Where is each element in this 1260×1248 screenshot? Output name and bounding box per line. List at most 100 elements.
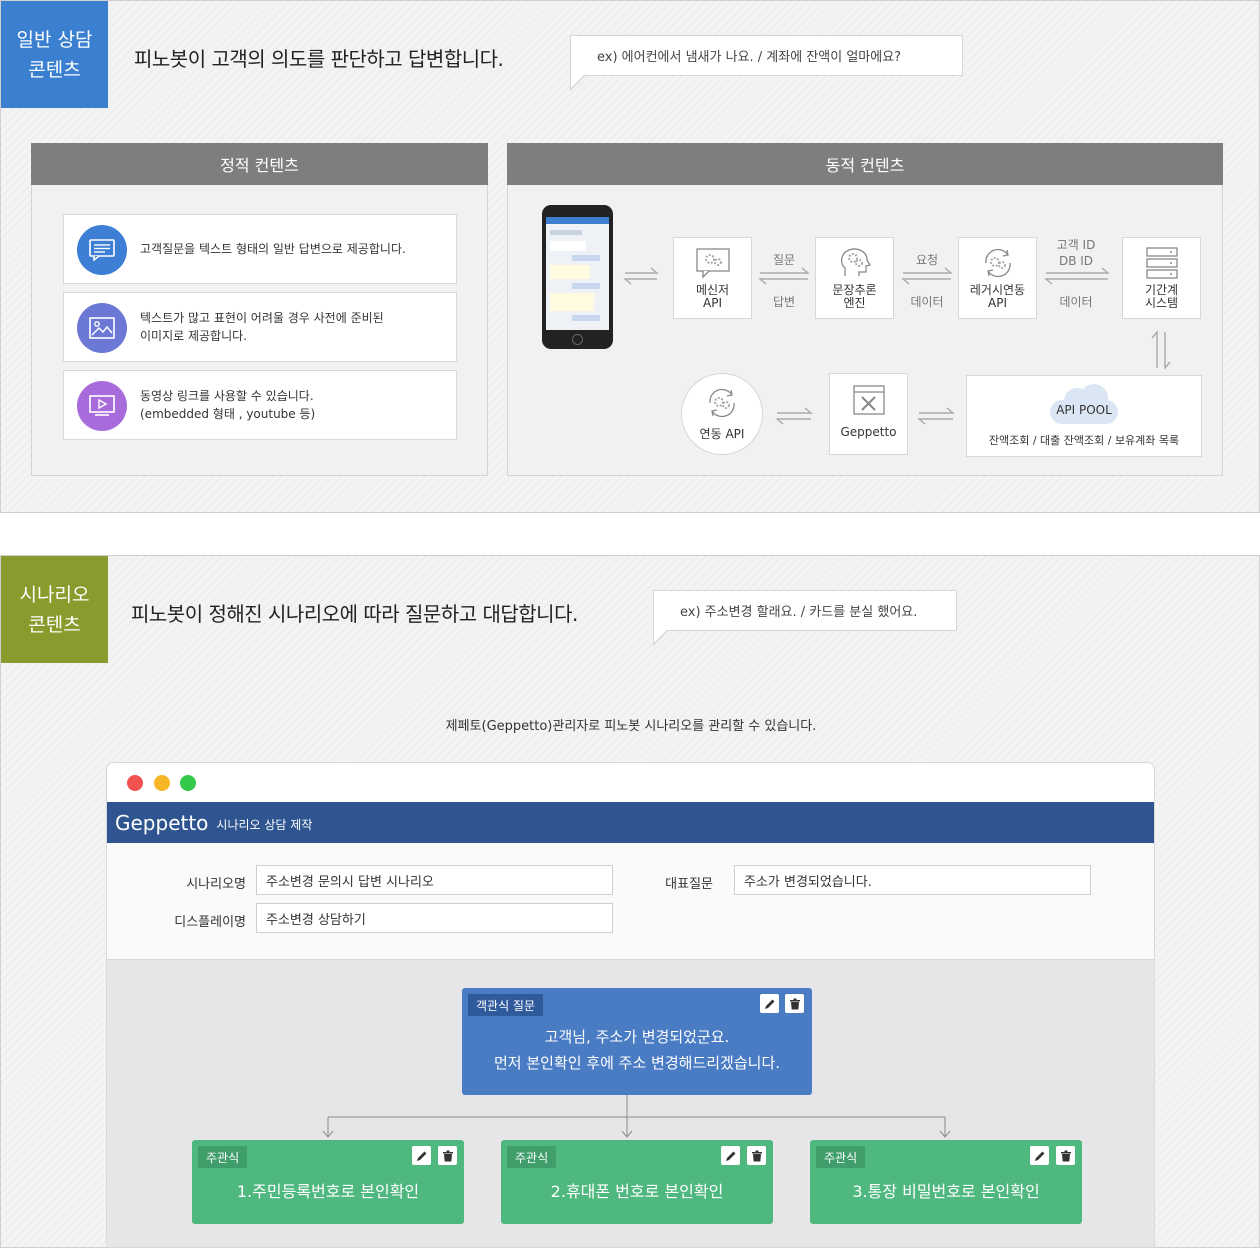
- node-label: 엔진: [843, 296, 866, 310]
- arrow-label-data: 데이터: [910, 295, 944, 309]
- answer-card[interactable]: 주관식 3.통장 비밀번호로 본인확인: [810, 1140, 1082, 1224]
- delete-button[interactable]: [785, 994, 804, 1013]
- image-icon: [77, 303, 127, 353]
- edit-button[interactable]: [760, 994, 779, 1013]
- geppetto-caption: 제페토(Geppetto)관리자로 피노봇 시나리오를 관리할 수 있습니다.: [445, 719, 817, 734]
- arrow-label-request: 요청: [915, 253, 939, 267]
- representative-question-input[interactable]: 주소가 변경되었습니다.: [734, 865, 1091, 895]
- example-text: ex) 주소변경 할래요. / 카드를 분실 했어요.: [680, 605, 918, 620]
- legacy-api-node: 레거시연동 API: [958, 237, 1037, 319]
- answer-card[interactable]: 주관식 2.휴대폰 번호로 본인확인: [501, 1140, 773, 1224]
- app-titlebar: Geppetto 시나리오 상담 제작: [107, 802, 1154, 843]
- vertical-bidirectional-arrow-icon: [1151, 330, 1171, 370]
- arrow-label-customer-id: 고객 ID: [1056, 238, 1096, 252]
- window-minimize-button[interactable]: [154, 775, 170, 791]
- phone-screen: [546, 217, 609, 330]
- feature-desc: 고객질문을 텍스트 형태의 일반 답변으로 제공합니다.: [140, 242, 406, 256]
- brain-gear-icon: [840, 248, 871, 276]
- feature-desc: (embedded 형태 , youtube 등): [140, 407, 316, 421]
- example-bubble: ex) 에어컨에서 냄새가 나요. / 계좌에 잔액이 얼마에요?: [570, 35, 963, 91]
- answer-type-tag: 주관식: [507, 1146, 557, 1168]
- scenario-name-label: 시나리오명: [186, 877, 246, 892]
- node-label: 연동 API: [699, 427, 745, 441]
- feature-desc: 동영상 링크를 사용할 수 있습니다.: [140, 389, 314, 403]
- answer-text: 1.주민등록번호로 본인확인: [236, 1182, 420, 1201]
- gear-cycle-icon: [709, 388, 735, 418]
- question-type-tag: 객관식 질문: [468, 994, 544, 1016]
- node-label: 시스템: [1144, 296, 1179, 310]
- question-card[interactable]: 객관식 질문 고객님, 주소가 변경되었군요. 먼저 본인확인 후에 주소 변경…: [462, 988, 812, 1095]
- arrow-label-db-id: DB ID: [1058, 254, 1094, 268]
- arrow-label-answer: 답변: [772, 295, 796, 309]
- tag-line: 일반 상담: [16, 28, 93, 51]
- chat-text-icon: [77, 225, 127, 275]
- pencil-icon: [764, 999, 774, 1009]
- delete-button[interactable]: [1056, 1146, 1075, 1165]
- static-content-body: 고객질문을 텍스트 형태의 일반 답변으로 제공합니다. 텍스트가 많고 표현이…: [31, 185, 488, 476]
- dynamic-content-header: 동적 컨텐츠: [507, 143, 1223, 185]
- tag-line: 콘텐츠: [28, 613, 81, 636]
- bubble-tail: [653, 629, 669, 646]
- geppetto-window: Geppetto 시나리오 상담 제작 시나리오명 주소변경 문의시 답변 시나…: [106, 762, 1155, 1248]
- trash-icon: [789, 998, 800, 1009]
- section-headline: 피노봇이 고객의 의도를 판단하고 답변합니다.: [134, 47, 504, 71]
- geppetto-node: Geppetto: [829, 373, 908, 455]
- window-maximize-button[interactable]: [180, 775, 196, 791]
- feature-image-answer: 텍스트가 많고 표현이 어려울 경우 사전에 준비된이미지로 제공합니다.: [63, 292, 457, 362]
- dynamic-content-body: 메신저 API 질문 답변 문장추론 엔진 요청 데이터 레거시연동 API 고…: [507, 185, 1223, 476]
- trash-icon: [1060, 1150, 1071, 1161]
- edit-button[interactable]: [412, 1146, 431, 1165]
- feature-desc: 이미지로 제공합니다.: [140, 329, 247, 343]
- section-tag-general: 일반 상담콘텐츠: [1, 1, 108, 108]
- feature-desc: 텍스트가 많고 표현이 어려울 경우 사전에 준비된: [140, 311, 384, 325]
- app-subtitle: 시나리오 상담 제작: [216, 818, 313, 832]
- pencil-icon: [1034, 1151, 1044, 1161]
- bidirectional-arrow-icon: [1044, 267, 1110, 285]
- delete-button[interactable]: [747, 1146, 766, 1165]
- bidirectional-arrow-icon: [775, 407, 813, 425]
- bidirectional-arrow-icon: [623, 267, 659, 285]
- question-line: 고객님, 주소가 변경되었군요.: [544, 1028, 730, 1046]
- display-name-label: 디스플레이명: [174, 915, 246, 930]
- display-name-input[interactable]: 주소변경 상담하기: [256, 903, 613, 933]
- answer-card[interactable]: 주관식 1.주민등록번호로 본인확인: [192, 1140, 464, 1224]
- bidirectional-arrow-icon: [901, 267, 953, 285]
- video-icon: [77, 381, 127, 431]
- window-close-button[interactable]: [127, 775, 143, 791]
- tag-line: 시나리오: [19, 583, 90, 606]
- delete-button[interactable]: [438, 1146, 457, 1165]
- pencil-icon: [416, 1151, 426, 1161]
- trash-icon: [751, 1150, 762, 1161]
- trash-icon: [442, 1150, 453, 1161]
- answer-text: 3.통장 비밀번호로 본인확인: [852, 1182, 1040, 1201]
- node-label: Geppetto: [840, 425, 897, 439]
- node-label: API: [703, 296, 722, 310]
- core-system-node: 기간계 시스템: [1122, 237, 1201, 319]
- general-content-section: 일반 상담콘텐츠 피노봇이 고객의 의도를 판단하고 답변합니다. ex) 에어…: [0, 0, 1260, 513]
- smartphone-illustration: [542, 205, 613, 349]
- representative-question-label: 대표질문: [665, 877, 713, 892]
- sentence-engine-node: 문장추론 엔진: [815, 237, 894, 319]
- app-brand: Geppetto: [115, 810, 209, 835]
- arrow-label-question: 질문: [772, 253, 796, 267]
- edit-button[interactable]: [1030, 1146, 1049, 1165]
- tools-window-icon: [852, 385, 885, 415]
- example-bubble: ex) 주소변경 할래요. / 카드를 분실 했어요.: [653, 590, 957, 646]
- feature-video-answer: 동영상 링크를 사용할 수 있습니다. (embedded 형태 , youtub…: [63, 370, 457, 440]
- tag-line: 콘텐츠: [28, 58, 81, 81]
- question-line: 먼저 본인확인 후에 주소 변경해드리겠습니다.: [493, 1054, 781, 1072]
- section-tag-scenario: 시나리오콘텐츠: [1, 556, 108, 663]
- link-api-node: 연동 API: [681, 373, 763, 455]
- static-content-header: 정적 컨텐츠: [31, 143, 488, 185]
- gear-cycle-icon: [984, 248, 1011, 278]
- api-pool-node: API POOL 잔액조회 / 대출 잔액조회 / 보유계좌 목록: [966, 375, 1202, 457]
- scenario-canvas: 객관식 질문 고객님, 주소가 변경되었군요. 먼저 본인확인 후에 주소 변경…: [107, 959, 1154, 1247]
- feature-text-answer: 고객질문을 텍스트 형태의 일반 답변으로 제공합니다.: [63, 214, 457, 284]
- gear-chat-icon: [695, 248, 730, 279]
- answer-type-tag: 주관식: [816, 1146, 866, 1168]
- edit-button[interactable]: [721, 1146, 740, 1165]
- example-text: ex) 에어컨에서 냄새가 나요. / 계좌에 잔액이 얼마에요?: [597, 50, 902, 65]
- bidirectional-arrow-icon: [917, 407, 955, 425]
- messenger-api-node: 메신저 API: [673, 237, 752, 319]
- scenario-name-input[interactable]: 주소변경 문의시 답변 시나리오: [256, 865, 613, 895]
